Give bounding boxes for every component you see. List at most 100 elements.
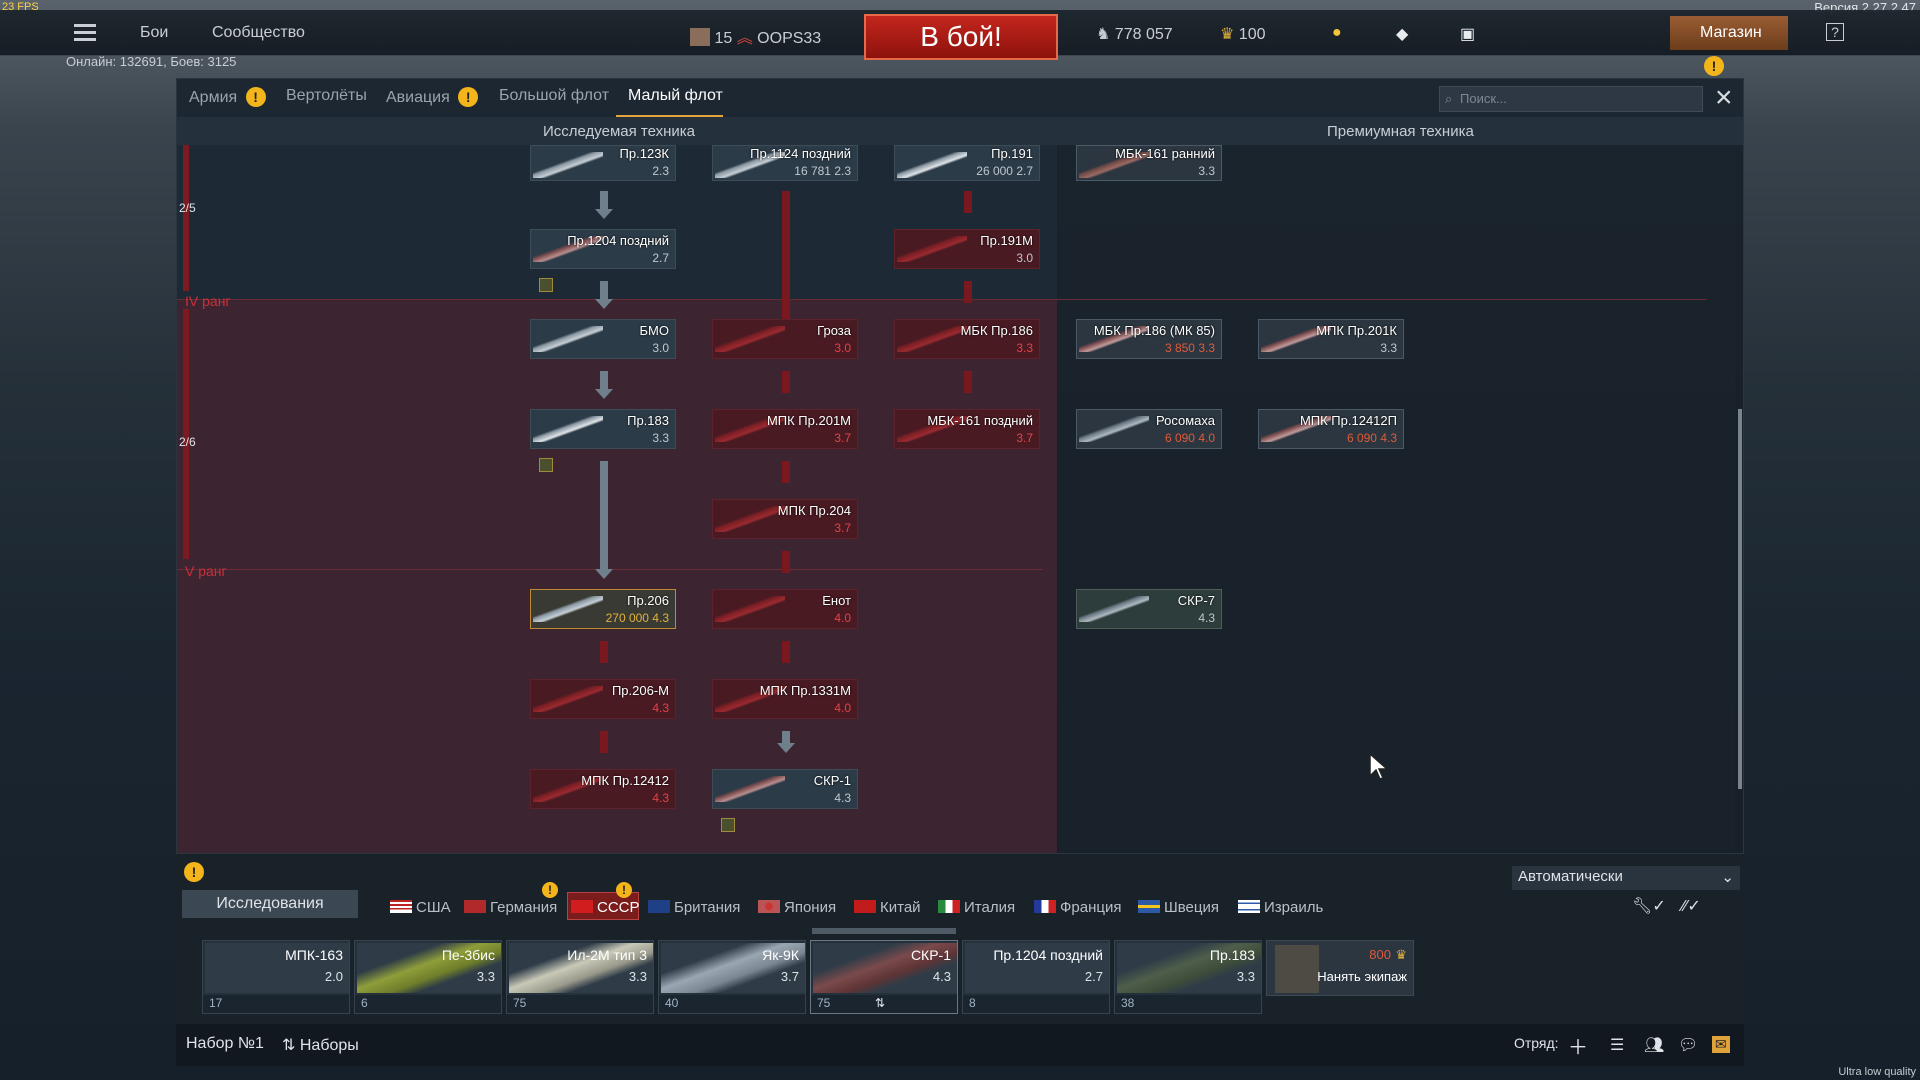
help-icon[interactable]: ?: [1826, 23, 1844, 41]
tab-aviation-label: Авиация: [386, 89, 450, 106]
crew-slot[interactable]: Пр.1204 поздний 2.7 8: [962, 940, 1110, 1014]
vehicle-card[interactable]: Пр.1124 поздний 16 781 2.3: [712, 145, 858, 181]
rank-progress-text: 2/5: [179, 201, 196, 215]
tab-bluewater-fleet[interactable]: Большой флот: [499, 87, 609, 105]
battles-menu[interactable]: Бои: [140, 24, 168, 42]
slot-crew-count: 40: [665, 996, 679, 1010]
boat-icon: [533, 596, 603, 622]
vehicle-card[interactable]: МПК Пр.204 3.7: [712, 499, 858, 539]
vehicle-card[interactable]: Пр.1204 поздний 2.7: [530, 229, 676, 269]
nation-germany[interactable]: Германия: [464, 899, 557, 916]
chevron-down-icon: ⌄: [1721, 869, 1734, 886]
vehicle-card[interactable]: Пр.123К 2.3: [530, 145, 676, 181]
decal-icon[interactable]: ◆: [1396, 24, 1408, 44]
tree-connector: [964, 191, 972, 213]
repair-icon[interactable]: 🔧︎✓: [1632, 896, 1666, 916]
vehicle-name: Росомаха: [1156, 413, 1215, 428]
nation-france[interactable]: Франция: [1034, 899, 1121, 916]
rank-progress-text: 2/6: [179, 435, 196, 449]
slot-vehicle-br: 3.3: [1236, 969, 1255, 984]
add-squad-icon[interactable]: ＋: [1568, 1031, 1588, 1060]
bottom-warning-icon[interactable]: !: [184, 862, 204, 882]
vehicle-card[interactable]: МПК Пр.201М 3.7: [712, 409, 858, 449]
presets-button[interactable]: ⇅ Наборы: [282, 1035, 359, 1055]
nation-ussr[interactable]: СССР: [571, 899, 640, 916]
flag-usa-icon: [390, 900, 412, 913]
vehicle-card[interactable]: МПК Пр.12412П 6 090 4.3: [1258, 409, 1404, 449]
slot-vehicle-name: СКР-1: [910, 947, 951, 963]
vehicle-name: МБК Пр.186 (МК 85): [1093, 323, 1215, 338]
shop-button[interactable]: Магазин !: [1670, 16, 1788, 76]
boat-icon: [897, 236, 967, 262]
slot-vehicle-name: Пр.1204 поздний: [993, 947, 1103, 963]
premium-header: Премиумная техника: [1327, 123, 1474, 140]
vehicle-card[interactable]: МПК Пр.12412 4.3: [530, 769, 676, 809]
crew-slot[interactable]: МПК-163 2.0 17: [202, 940, 350, 1014]
vehicle-card[interactable]: БМО 3.0: [530, 319, 676, 359]
vehicle-card[interactable]: Енот 4.0: [712, 589, 858, 629]
tab-helicopters[interactable]: Вертолёты: [286, 87, 367, 105]
search-input[interactable]: ⌕ Поиск...: [1439, 86, 1703, 112]
swap-icon[interactable]: ⇅: [875, 996, 885, 1010]
list-icon[interactable]: ☰: [1610, 1035, 1624, 1055]
shop-warning-icon: !: [1704, 56, 1724, 76]
vehicle-card[interactable]: МБК-161 поздний 3.7: [894, 409, 1040, 449]
ammo-icon[interactable]: ⁄⁄✓: [1682, 896, 1701, 916]
crew-cost: 800: [1369, 947, 1391, 962]
crew-slot[interactable]: Як-9К 3.7 40: [658, 940, 806, 1014]
flag-italy-icon: [938, 900, 960, 913]
vehicle-card[interactable]: МБК Пр.186 (МК 85) 3 850 3.3: [1076, 319, 1222, 359]
rank-4-label: IV ранг: [185, 293, 231, 309]
mode-select[interactable]: Автоматически ⌄: [1512, 866, 1740, 890]
slot-crew-count: 75: [513, 996, 527, 1010]
vehicle-card[interactable]: СКР-1 4.3: [712, 769, 858, 809]
vehicle-card[interactable]: Пр.191М 3.0: [894, 229, 1040, 269]
hire-crew-slot[interactable]: 800 ♛ Нанять экипаж: [1266, 940, 1414, 996]
nation-italy[interactable]: Италия: [938, 899, 1015, 916]
vehicle-card[interactable]: МБК-161 ранний 3.3: [1076, 145, 1222, 181]
vehicle-card[interactable]: Пр.191 26 000 2.7: [894, 145, 1040, 181]
to-battle-button[interactable]: В бой!: [864, 14, 1058, 60]
menu-icon[interactable]: [74, 24, 96, 41]
chat-icon[interactable]: 💬︎: [1678, 1035, 1698, 1055]
vehicle-card[interactable]: МПК Пр.201К 3.3: [1258, 319, 1404, 359]
shop-label: Магазин: [1700, 24, 1762, 41]
crew-slot[interactable]: СКР-1 4.3 75 ⇅: [810, 940, 958, 1014]
nation-label: СССР: [597, 899, 640, 916]
nation-israel[interactable]: Израиль: [1238, 899, 1323, 916]
community-menu[interactable]: Сообщество: [212, 24, 305, 42]
search-icon: ⌕: [1445, 91, 1453, 106]
vehicle-card[interactable]: СКР-7 4.3: [1076, 589, 1222, 629]
vehicle-card[interactable]: Пр.206-М 4.3: [530, 679, 676, 719]
nation-britain[interactable]: Британия: [648, 899, 740, 916]
crew-slot[interactable]: Пр.183 3.3 38: [1114, 940, 1262, 1014]
vehicle-card[interactable]: Гроза 3.0: [712, 319, 858, 359]
close-icon[interactable]: ×: [1715, 83, 1733, 113]
vehicle-card[interactable]: МПК Пр.1331М 4.0: [712, 679, 858, 719]
coupon-icon[interactable]: ▣: [1460, 24, 1475, 44]
friends-icon[interactable]: 👥︎: [1644, 1035, 1664, 1055]
nation-japan[interactable]: Япония: [758, 899, 836, 916]
crew-slot[interactable]: Ил-2М тип 3 3.3 75: [506, 940, 654, 1014]
tree-scrollbar[interactable]: [1738, 409, 1742, 789]
nation-usa[interactable]: США: [390, 899, 451, 916]
research-button[interactable]: Исследования: [182, 890, 358, 918]
mail-icon[interactable]: ✉: [1712, 1036, 1730, 1053]
nation-sweden[interactable]: Швеция: [1138, 899, 1219, 916]
vehicle-card[interactable]: Пр.183 3.3: [530, 409, 676, 449]
vehicle-card[interactable]: Пр.206 270 000 4.3: [530, 589, 676, 629]
tab-coastal-fleet[interactable]: Малый флот: [628, 87, 723, 105]
nation-china[interactable]: Китай: [854, 899, 921, 916]
vehicle-card[interactable]: МБК Пр.186 3.3: [894, 319, 1040, 359]
player-nickname[interactable]: OOPS33: [757, 30, 821, 47]
hint-bulb-icon[interactable]: ●: [1332, 24, 1342, 42]
vehicle-name: Енот: [822, 593, 851, 608]
crew-slot[interactable]: Пе-3бис 3.3 6: [354, 940, 502, 1014]
nation-germany-warning-icon: !: [542, 882, 558, 898]
tab-aviation[interactable]: Авиация !: [386, 87, 479, 107]
tab-army[interactable]: Армия !: [189, 87, 266, 107]
vehicle-name: Пр.1124 поздний: [750, 146, 851, 161]
rank-chevron-icon: ︽: [736, 30, 753, 47]
vehicle-card[interactable]: Росомаха 6 090 4.0: [1076, 409, 1222, 449]
preset-name[interactable]: Набор №1: [186, 1035, 264, 1053]
